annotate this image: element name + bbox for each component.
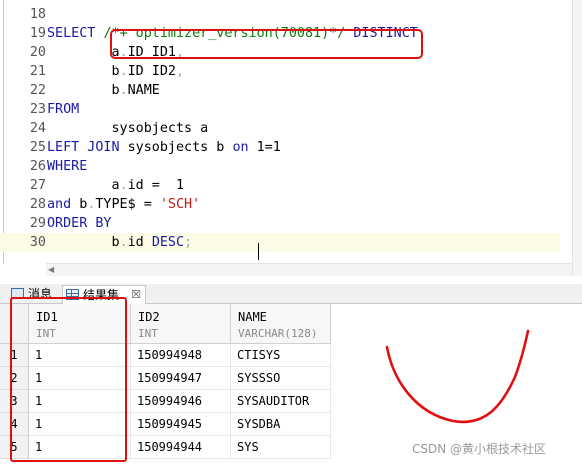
sql-keyword: SELECT (47, 26, 104, 41)
line-number: 25 (29, 140, 46, 155)
code-line[interactable]: 21 b.ID ID2, (0, 62, 560, 81)
code-line[interactable]: 26 WHERE (0, 157, 560, 176)
string-literal: 'SCH' (159, 197, 201, 212)
code-token: . (119, 64, 128, 79)
hint-annotation-box (110, 29, 423, 59)
line-number: 19 (29, 26, 46, 41)
line-number: 27 (29, 178, 46, 193)
sql-keyword: DESC (151, 235, 185, 250)
sql-keyword: on (232, 140, 249, 155)
editor-horizontal-scrollbar[interactable]: ◀ (46, 263, 572, 276)
code-token: . (119, 235, 128, 250)
column-header-id2[interactable]: ID2 INT (131, 304, 231, 344)
line-number: 30 (29, 235, 46, 250)
line-number: 24 (29, 121, 46, 136)
code-text: b.ID ID2, (47, 62, 184, 81)
sql-keyword: ORDER BY (47, 216, 112, 231)
code-text: LEFT JOIN sysobjects b on 1=1 (47, 138, 281, 157)
sql-keyword: FROM (47, 102, 80, 117)
code-token: b (47, 83, 120, 98)
code-text: b.id DESC; (47, 233, 192, 252)
code-token: . (119, 178, 128, 193)
code-line[interactable]: 18 (0, 5, 560, 24)
code-text: WHERE (47, 157, 87, 176)
column-name: NAME (238, 310, 267, 324)
cell-id2[interactable]: 150994945 (131, 413, 231, 436)
code-line[interactable]: 28 and b.TYPE$ = 'SCH' (0, 195, 560, 214)
editor-vertical-scrollbar[interactable] (572, 0, 582, 276)
code-line[interactable]: 30 b.id DESC; (0, 233, 560, 252)
line-number: 20 (29, 45, 46, 60)
code-token: , (176, 64, 185, 79)
watermark: CSDN @黄小根技术社区 (412, 442, 547, 456)
hand-drawn-curve (385, 329, 530, 424)
cell-id2[interactable]: 150994946 (131, 390, 231, 413)
code-token: sysobjects a (47, 121, 209, 136)
code-line[interactable]: 24 sysobjects a (0, 119, 560, 138)
code-line[interactable]: 22 b.NAME (0, 81, 560, 100)
code-token: ; (184, 235, 193, 250)
sql-keyword: WHERE (47, 159, 88, 174)
code-token: b (47, 235, 120, 250)
code-text: sysobjects a (47, 119, 208, 138)
code-line[interactable]: 25 LEFT JOIN sysobjects b on 1=1 (0, 138, 560, 157)
code-line[interactable]: 27 a.id = 1 (0, 176, 560, 195)
code-token: ID ID2 (127, 64, 176, 79)
cell-name[interactable]: SYSAUDITOR (231, 390, 331, 413)
line-number: 29 (29, 216, 46, 231)
code-text: ORDER BY (47, 214, 112, 233)
code-token: sysobjects b (119, 140, 233, 155)
code-token: a (47, 45, 120, 60)
code-text: FROM (47, 100, 79, 119)
code-token: TYPE$ = (95, 197, 160, 212)
column-type: VARCHAR(128) (238, 327, 318, 340)
code-text: b.NAME (47, 81, 160, 100)
code-token: 1=1 (248, 140, 281, 155)
code-token: . (119, 83, 128, 98)
code-token: b (71, 197, 88, 212)
code-token: id (127, 235, 152, 250)
close-tab-icon[interactable]: ☒ (131, 286, 141, 304)
sql-keyword: LEFT JOIN (47, 140, 120, 155)
line-number: 23 (29, 102, 46, 117)
code-token: NAME (127, 83, 160, 98)
column-name: ID2 (138, 310, 160, 324)
line-number: 18 (29, 7, 46, 22)
code-text: a.id = 1 (47, 176, 184, 195)
code-text: and b.TYPE$ = 'SCH' (47, 195, 200, 214)
column-type: INT (138, 327, 158, 340)
id1-annotation-box (10, 297, 127, 462)
cell-id2[interactable]: 150994947 (131, 367, 231, 390)
text-caret (258, 243, 259, 260)
cell-name[interactable]: SYS (231, 436, 331, 459)
line-number: 21 (29, 64, 46, 79)
code-line[interactable]: 29 ORDER BY (0, 214, 560, 233)
line-number: 28 (29, 197, 46, 212)
code-token: a (47, 178, 120, 193)
code-token: b (47, 64, 120, 79)
code-token: id = 1 (127, 178, 185, 193)
cell-id2[interactable]: 150994944 (131, 436, 231, 459)
sql-keyword: and (47, 197, 72, 212)
cell-id2[interactable]: 150994948 (131, 344, 231, 367)
column-header-name[interactable]: NAME VARCHAR(128) (231, 304, 331, 344)
scroll-left-arrow-icon[interactable]: ◀ (48, 265, 54, 274)
line-number: 22 (29, 83, 46, 98)
code-line[interactable]: 23 FROM (0, 100, 560, 119)
cell-name[interactable]: SYSDBA (231, 413, 331, 436)
line-number: 26 (29, 159, 46, 174)
cell-name[interactable]: SYSSSO (231, 367, 331, 390)
cell-name[interactable]: CTISYS (231, 344, 331, 367)
